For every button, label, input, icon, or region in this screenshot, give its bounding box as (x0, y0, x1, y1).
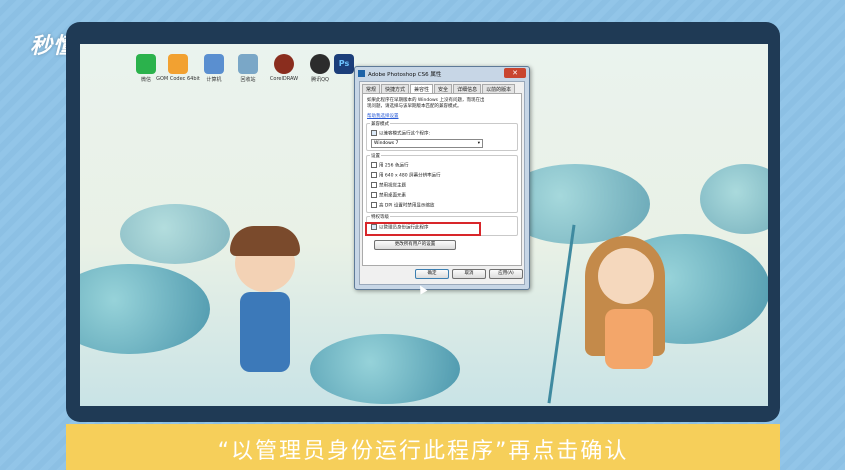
compat-mode-checkbox-label: 以兼容模式运行这个程序: (379, 131, 431, 137)
setting-disable-themes[interactable]: 禁用视觉主题 (371, 182, 406, 189)
caption-text: “以管理员身份运行此程序”再点击确认 (217, 439, 629, 464)
setting-high-dpi[interactable]: 高 DPI 设置时禁用显示缩放 (371, 202, 434, 209)
chevron-down-icon: ▾ (477, 141, 480, 146)
setting-label: 禁用桌面元素 (379, 193, 406, 199)
boy-body (240, 292, 290, 372)
caption-bar: “以管理员身份运行此程序”再点击确认 (66, 424, 780, 470)
checkbox-icon (371, 162, 377, 168)
checkbox-icon (371, 202, 377, 208)
os-select[interactable]: Windows 7 ▾ (371, 139, 483, 148)
wallpaper-stem (547, 224, 576, 404)
change-all-users-button[interactable]: 更改所有用户的设置 (374, 240, 456, 250)
girl-body (605, 309, 653, 369)
ok-button[interactable]: 确定 (415, 269, 449, 279)
settings-group-label: 设置 (370, 153, 381, 159)
setting-label: 用 640 x 480 屏幕分辨率运行 (379, 173, 441, 179)
wechat-icon (136, 54, 156, 74)
compat-mode-group-label: 兼容模式 (370, 121, 390, 127)
wallpaper-leaf (80, 264, 210, 354)
setting-256-colors[interactable]: 用 256 色运行 (371, 162, 408, 169)
coreldraw-icon (274, 54, 294, 74)
close-icon[interactable]: ✕ (504, 68, 526, 78)
intro-text-line2: 现问题，请选择与该早期版本匹配的兼容模式。 (367, 104, 462, 109)
photoshop-icon (358, 70, 365, 77)
dialog-body: 常规 快捷方式 兼容性 安全 详细信息 以前的版本 如果此程序在早期版本的 Wi… (359, 81, 525, 285)
setting-label: 用 256 色运行 (379, 163, 409, 169)
setting-disable-desktop[interactable]: 禁用桌面元素 (371, 192, 406, 199)
properties-dialog: Adobe Photoshop CS6 属性 ✕ 常规 快捷方式 兼容性 安全 … (354, 66, 530, 290)
checkbox-icon (371, 192, 377, 198)
checkbox-icon (371, 182, 377, 188)
dialog-titlebar[interactable]: Adobe Photoshop CS6 属性 (355, 67, 529, 80)
desktop-icon-photoshop[interactable]: Ps (332, 54, 356, 76)
highlight-box (365, 222, 481, 236)
setting-640x480[interactable]: 用 640 x 480 屏幕分辨率运行 (371, 172, 441, 179)
checkbox-checked-icon (371, 130, 377, 136)
gom-codec-icon (168, 54, 188, 74)
compatibility-panel: 如果此程序在早期版本的 Windows 上没有问题，而现在出 现问题，请选择与该… (362, 93, 522, 266)
cancel-button[interactable]: 取消 (452, 269, 486, 279)
photoshop-icon: Ps (334, 54, 354, 74)
computer-icon (204, 54, 224, 74)
desktop-icon-label: 腾讯QQ (311, 77, 329, 83)
setting-label: 高 DPI 设置时禁用显示缩放 (379, 203, 435, 209)
compat-mode-group: 兼容模式 以兼容模式运行这个程序: Windows 7 ▾ (366, 121, 518, 151)
wallpaper-leaf (310, 334, 460, 404)
os-select-value: Windows 7 (374, 141, 399, 146)
wallpaper-leaf (120, 204, 230, 264)
settings-group: 设置 用 256 色运行 用 640 x 480 屏幕分辨率运行 禁用视觉主题 … (366, 153, 518, 213)
dialog-title: Adobe Photoshop CS6 属性 (368, 71, 442, 78)
checkbox-icon (371, 172, 377, 178)
wallpaper-leaf (700, 164, 768, 234)
girl-face (598, 248, 654, 304)
qq-penguin-icon (310, 54, 330, 74)
apply-button[interactable]: 应用(A) (489, 269, 523, 279)
recycle-bin-icon (238, 54, 258, 74)
help-link[interactable]: 帮助我选择设置 (367, 113, 399, 119)
compat-mode-checkbox[interactable]: 以兼容模式运行这个程序: (371, 130, 430, 137)
privilege-group-label: 特权等级 (370, 214, 390, 220)
setting-label: 禁用视觉主题 (379, 183, 406, 189)
boy-hair (230, 226, 300, 256)
